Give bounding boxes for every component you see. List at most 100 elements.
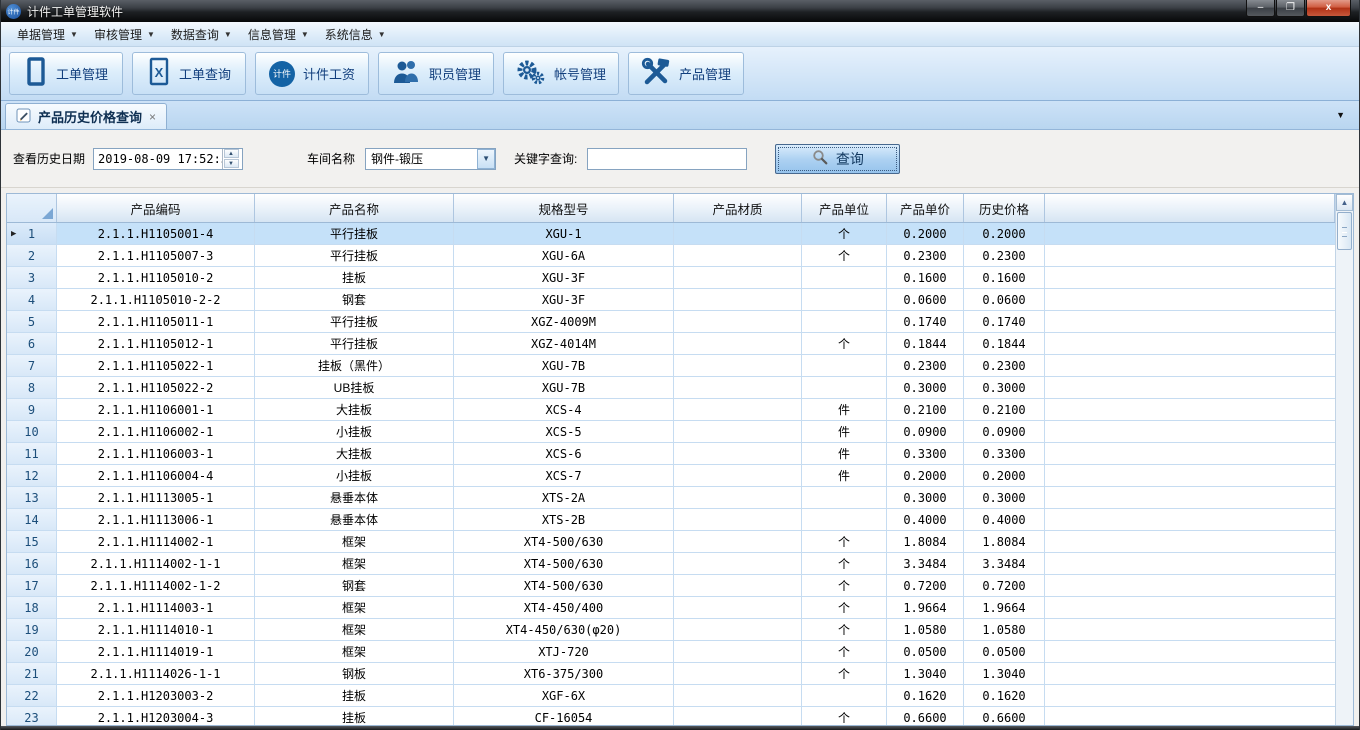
cell-product-code[interactable]: 2.1.1.H1105012-1 bbox=[57, 333, 255, 354]
cell-unit[interactable]: 个 bbox=[802, 333, 887, 354]
piece-wage-button[interactable]: 计件 计件工资 bbox=[255, 52, 369, 95]
cell-spec-model[interactable]: XGU-7B bbox=[454, 377, 674, 398]
cell-material[interactable] bbox=[674, 663, 802, 684]
account-manage-button[interactable]: 帐号管理 bbox=[503, 52, 619, 95]
tab-product-history-price[interactable]: 产品历史价格查询 × bbox=[5, 103, 167, 129]
cell-history-price[interactable]: 0.7200 bbox=[964, 575, 1045, 596]
table-row[interactable]: ▶12 2.1.1.H1106004-4 小挂板 XCS-7 件 0.2000 … bbox=[7, 465, 1335, 487]
table-row[interactable]: ▶22 2.1.1.H1203003-2 挂板 XGF-6X 0.1620 0.… bbox=[7, 685, 1335, 707]
cell-history-price[interactable]: 0.6600 bbox=[964, 707, 1045, 725]
cell-product-name[interactable]: 小挂板 bbox=[255, 421, 454, 442]
cell-unit[interactable]: 个 bbox=[802, 641, 887, 662]
cell-unit[interactable]: 个 bbox=[802, 619, 887, 640]
menu-item-data-query[interactable]: 数据查询▼ bbox=[163, 23, 240, 46]
cell-unit[interactable]: 件 bbox=[802, 399, 887, 420]
cell-product-name[interactable]: 框架 bbox=[255, 553, 454, 574]
cell-unit[interactable] bbox=[802, 487, 887, 508]
cell-unit[interactable] bbox=[802, 685, 887, 706]
table-row[interactable]: ▶3 2.1.1.H1105010-2 挂板 XGU-3F 0.1600 0.1… bbox=[7, 267, 1335, 289]
table-row[interactable]: ▶6 2.1.1.H1105012-1 平行挂板 XGZ-4014M 个 0.1… bbox=[7, 333, 1335, 355]
cell-history-price[interactable]: 0.1600 bbox=[964, 267, 1045, 288]
column-header-material[interactable]: 产品材质 bbox=[674, 194, 802, 222]
spin-up-icon[interactable]: ▲ bbox=[224, 149, 239, 158]
cell-material[interactable] bbox=[674, 575, 802, 596]
cell-history-price[interactable]: 1.3040 bbox=[964, 663, 1045, 684]
cell-product-code[interactable]: 2.1.1.H1114002-1 bbox=[57, 531, 255, 552]
cell-product-code[interactable]: 2.1.1.H1105022-1 bbox=[57, 355, 255, 376]
workshop-select[interactable]: 钢件-锻压 ▼ bbox=[365, 148, 496, 170]
cell-product-name[interactable]: 平行挂板 bbox=[255, 333, 454, 354]
cell-spec-model[interactable]: XTJ-720 bbox=[454, 641, 674, 662]
cell-product-code[interactable]: 2.1.1.H1105022-2 bbox=[57, 377, 255, 398]
menu-item-system[interactable]: 系统信息▼ bbox=[317, 23, 394, 46]
cell-spec-model[interactable]: XGZ-4014M bbox=[454, 333, 674, 354]
cell-spec-model[interactable]: XCS-5 bbox=[454, 421, 674, 442]
cell-history-price[interactable]: 1.8084 bbox=[964, 531, 1045, 552]
cell-price[interactable]: 0.1620 bbox=[887, 685, 964, 706]
cell-product-code[interactable]: 2.1.1.H1105010-2 bbox=[57, 267, 255, 288]
menu-item-documents[interactable]: 单据管理▼ bbox=[9, 23, 86, 46]
menu-item-audit[interactable]: 审核管理▼ bbox=[86, 23, 163, 46]
table-row[interactable]: ▶16 2.1.1.H1114002-1-1 框架 XT4-500/630 个 … bbox=[7, 553, 1335, 575]
table-row[interactable]: ▶23 2.1.1.H1203004-3 挂板 CF-16054 个 0.660… bbox=[7, 707, 1335, 725]
cell-price[interactable]: 0.2000 bbox=[887, 223, 964, 244]
cell-product-code[interactable]: 2.1.1.H1114019-1 bbox=[57, 641, 255, 662]
cell-price[interactable]: 0.0500 bbox=[887, 641, 964, 662]
cell-product-code[interactable]: 2.1.1.H1113006-1 bbox=[57, 509, 255, 530]
cell-history-price[interactable]: 0.2100 bbox=[964, 399, 1045, 420]
cell-product-name[interactable]: 框架 bbox=[255, 641, 454, 662]
cell-price[interactable]: 1.3040 bbox=[887, 663, 964, 684]
cell-unit[interactable]: 个 bbox=[802, 245, 887, 266]
cell-unit[interactable]: 件 bbox=[802, 465, 887, 486]
cell-history-price[interactable]: 0.1844 bbox=[964, 333, 1045, 354]
column-header-unit[interactable]: 产品单位 bbox=[802, 194, 887, 222]
keyword-input[interactable] bbox=[588, 150, 746, 168]
cell-spec-model[interactable]: XT4-450/630(φ20) bbox=[454, 619, 674, 640]
cell-product-code[interactable]: 2.1.1.H1203004-3 bbox=[57, 707, 255, 725]
cell-material[interactable] bbox=[674, 707, 802, 725]
cell-unit[interactable]: 个 bbox=[802, 553, 887, 574]
cell-product-code[interactable]: 2.1.1.H1114010-1 bbox=[57, 619, 255, 640]
column-header-spec[interactable]: 规格型号 bbox=[454, 194, 674, 222]
cell-unit[interactable] bbox=[802, 355, 887, 376]
cell-material[interactable] bbox=[674, 311, 802, 332]
menu-item-info[interactable]: 信息管理▼ bbox=[240, 23, 317, 46]
cell-product-code[interactable]: 2.1.1.H1106002-1 bbox=[57, 421, 255, 442]
cell-spec-model[interactable]: XTS-2A bbox=[454, 487, 674, 508]
staff-manage-button[interactable]: 职员管理 bbox=[378, 52, 494, 95]
cell-product-name[interactable]: 小挂板 bbox=[255, 465, 454, 486]
cell-history-price[interactable]: 0.1620 bbox=[964, 685, 1045, 706]
cell-spec-model[interactable]: XCS-4 bbox=[454, 399, 674, 420]
cell-product-name[interactable]: 大挂板 bbox=[255, 399, 454, 420]
close-button[interactable]: x bbox=[1306, 0, 1351, 17]
cell-product-code[interactable]: 2.1.1.H1106004-4 bbox=[57, 465, 255, 486]
column-header-price[interactable]: 产品单价 bbox=[887, 194, 964, 222]
table-row[interactable]: ▶8 2.1.1.H1105022-2 UB挂板 XGU-7B 0.3000 0… bbox=[7, 377, 1335, 399]
table-row[interactable]: ▶18 2.1.1.H1114003-1 框架 XT4-450/400 个 1.… bbox=[7, 597, 1335, 619]
cell-product-name[interactable]: 钢板 bbox=[255, 663, 454, 684]
cell-spec-model[interactable]: XT4-500/630 bbox=[454, 553, 674, 574]
cell-history-price[interactable]: 0.3000 bbox=[964, 377, 1045, 398]
cell-price[interactable]: 0.1844 bbox=[887, 333, 964, 354]
table-row[interactable]: ▶19 2.1.1.H1114010-1 框架 XT4-450/630(φ20)… bbox=[7, 619, 1335, 641]
table-row[interactable]: ▶4 2.1.1.H1105010-2-2 钢套 XGU-3F 0.0600 0… bbox=[7, 289, 1335, 311]
cell-product-name[interactable]: 挂板 bbox=[255, 707, 454, 725]
cell-product-name[interactable]: 钢套 bbox=[255, 575, 454, 596]
cell-material[interactable] bbox=[674, 223, 802, 244]
spin-down-icon[interactable]: ▼ bbox=[224, 159, 239, 168]
table-row[interactable]: ▶13 2.1.1.H1113005-1 悬垂本体 XTS-2A 0.3000 … bbox=[7, 487, 1335, 509]
cell-material[interactable] bbox=[674, 641, 802, 662]
cell-price[interactable]: 0.0600 bbox=[887, 289, 964, 310]
cell-product-name[interactable]: 挂板（黑件） bbox=[255, 355, 454, 376]
cell-history-price[interactable]: 0.3300 bbox=[964, 443, 1045, 464]
restore-button[interactable]: ❐ bbox=[1276, 0, 1305, 17]
cell-unit[interactable] bbox=[802, 509, 887, 530]
cell-history-price[interactable]: 1.0580 bbox=[964, 619, 1045, 640]
cell-product-name[interactable]: 平行挂板 bbox=[255, 311, 454, 332]
work-order-query-button[interactable]: X 工单查询 bbox=[132, 52, 246, 95]
cell-price[interactable]: 3.3484 bbox=[887, 553, 964, 574]
cell-material[interactable] bbox=[674, 465, 802, 486]
cell-material[interactable] bbox=[674, 685, 802, 706]
cell-unit[interactable]: 个 bbox=[802, 531, 887, 552]
cell-unit[interactable]: 个 bbox=[802, 575, 887, 596]
